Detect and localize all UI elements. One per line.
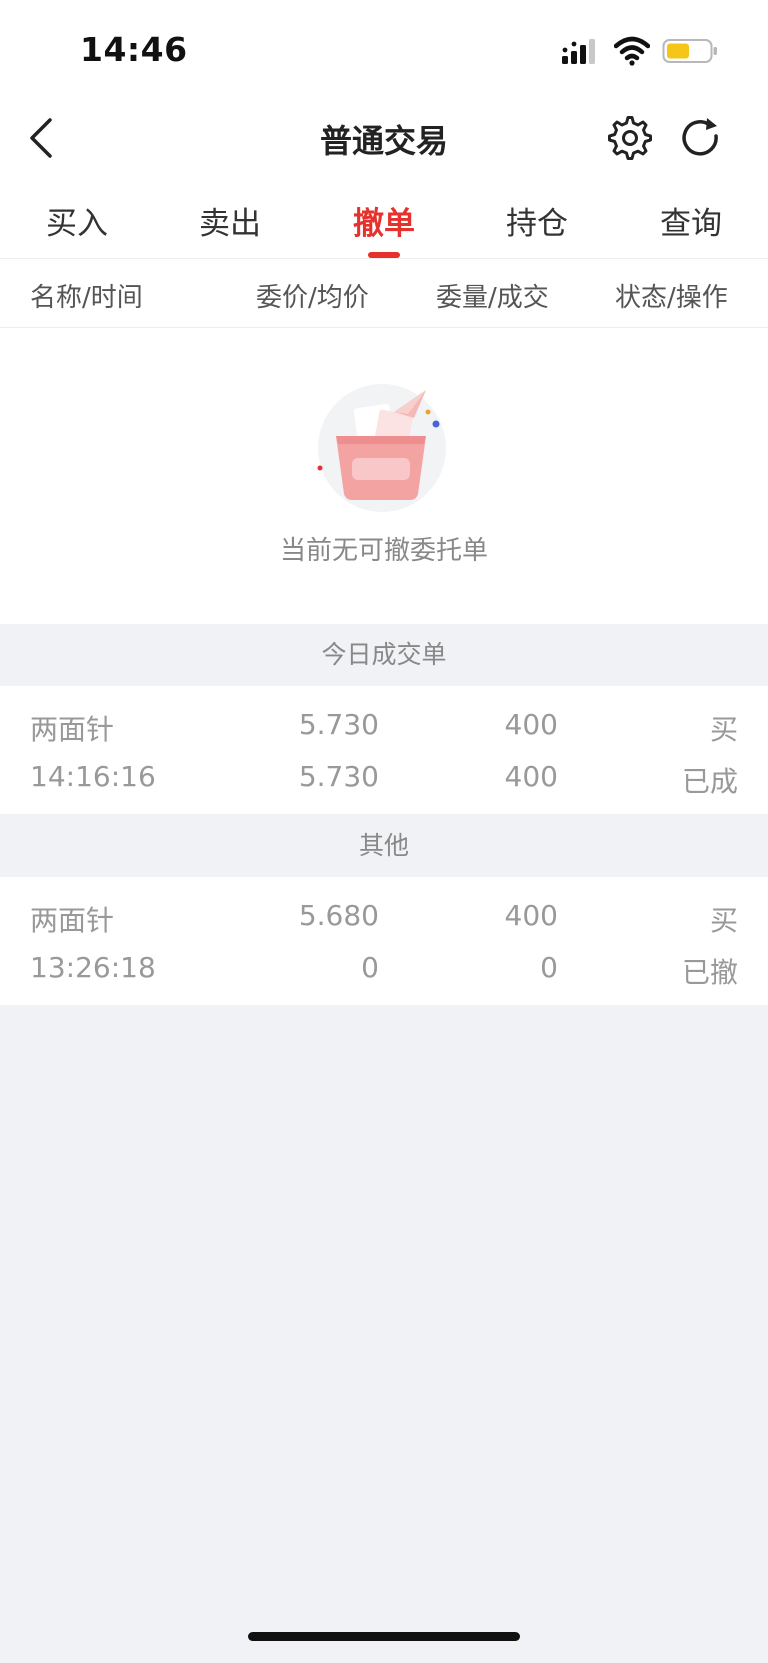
order-filled-quantity: 0 xyxy=(540,951,558,984)
wifi-icon xyxy=(614,36,650,66)
tab-cancel-order[interactable]: 撤单 xyxy=(324,198,444,243)
refresh-icon[interactable] xyxy=(676,114,724,162)
empty-state-message: 当前无可撤委托单 xyxy=(279,536,488,566)
status-bar: 14:46 xyxy=(0,0,768,96)
order-quantity: 400 xyxy=(504,708,558,741)
order-stock-name: 两面针 xyxy=(30,904,115,937)
section-header-other: 其他 xyxy=(0,815,768,877)
active-tab-indicator xyxy=(368,252,400,258)
home-indicator[interactable] xyxy=(248,1632,520,1641)
tab-query[interactable]: 查询 xyxy=(631,198,751,243)
tab-bar: 买入 卖出 撤单 持仓 查询 xyxy=(0,180,768,259)
order-price: 5.680 xyxy=(298,899,379,932)
order-quantity: 400 xyxy=(504,899,558,932)
column-header-status: 状态/操作 xyxy=(615,283,728,313)
order-filled-quantity: 400 xyxy=(504,760,558,793)
empty-box-illustration xyxy=(317,384,446,512)
column-header-row: 名称/时间 委价/均价 委量/成交 状态/操作 xyxy=(0,259,768,328)
gear-icon[interactable] xyxy=(606,114,654,162)
tab-positions[interactable]: 持仓 xyxy=(477,198,597,243)
status-time: 14:46 xyxy=(80,30,188,69)
order-status: 已撤 xyxy=(681,956,738,989)
section-header-today-filled: 今日成交单 xyxy=(0,624,768,686)
cellular-signal-icon xyxy=(562,39,595,64)
tab-sell[interactable]: 卖出 xyxy=(170,198,290,243)
nav-bar: 普通交易 xyxy=(0,96,768,180)
order-time: 13:26:18 xyxy=(30,951,156,984)
column-header-quantity: 委量/成交 xyxy=(436,283,549,313)
order-row[interactable]: 两面针 5.730 400 买 14:16:16 5.730 400 已成 xyxy=(0,686,768,814)
column-header-price: 委价/均价 xyxy=(256,283,369,313)
order-stock-name: 两面针 xyxy=(30,713,115,746)
battery-icon xyxy=(662,39,717,63)
order-side: 买 xyxy=(709,713,738,746)
empty-state: 当前无可撤委托单 xyxy=(0,328,768,624)
order-side: 买 xyxy=(709,904,738,937)
order-avg-price: 0 xyxy=(361,951,379,984)
order-price: 5.730 xyxy=(298,708,379,741)
column-header-name-time: 名称/时间 xyxy=(30,283,143,313)
tab-buy[interactable]: 买入 xyxy=(17,198,137,243)
order-time: 14:16:16 xyxy=(30,760,156,793)
order-row[interactable]: 两面针 5.680 400 买 13:26:18 0 0 已撤 xyxy=(0,877,768,1005)
order-avg-price: 5.730 xyxy=(298,760,379,793)
order-status: 已成 xyxy=(681,765,738,798)
